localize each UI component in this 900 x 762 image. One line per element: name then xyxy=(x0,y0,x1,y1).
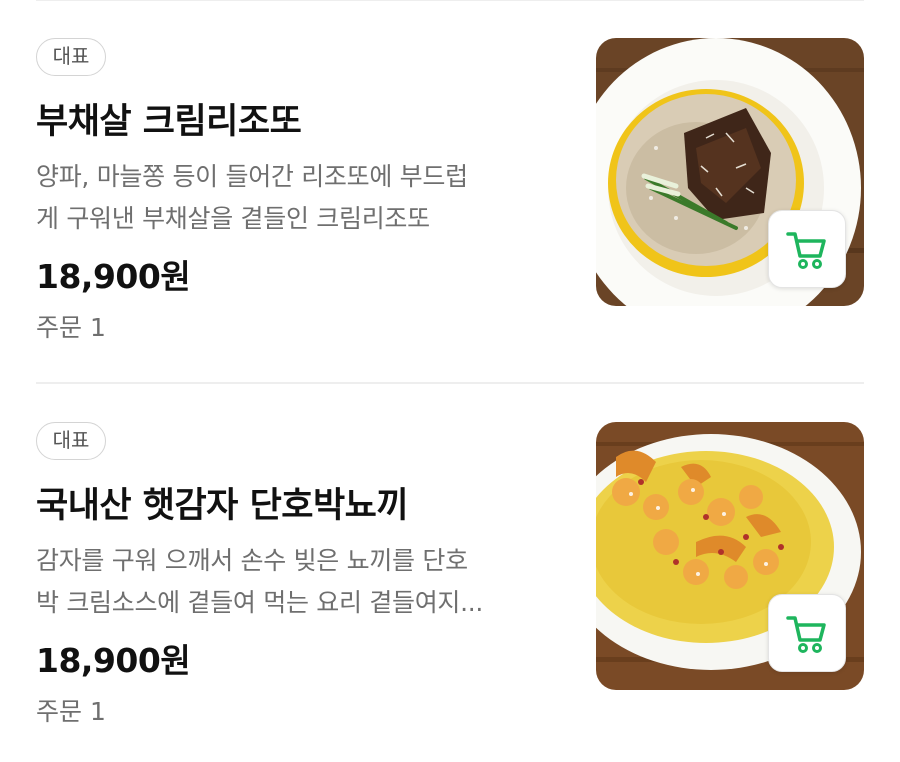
menu-item-name: 부채살 크림리조또 xyxy=(36,102,302,142)
top-divider xyxy=(36,0,864,1)
menu-item-name: 국내산 햇감자 단호박뇨끼 xyxy=(36,486,409,526)
add-to-cart-button[interactable] xyxy=(768,594,846,672)
order-count: 주문 1 xyxy=(36,697,106,726)
signature-badge: 대표 xyxy=(36,38,106,76)
cart-icon xyxy=(786,232,826,269)
order-count: 주문 1 xyxy=(36,313,106,342)
cart-icon xyxy=(786,616,826,653)
item-divider xyxy=(36,382,864,384)
menu-item[interactable]: 대표 국내산 햇감자 단호박뇨끼 감자를 구워 으깨서 손수 빚은 뇨끼를 단호… xyxy=(0,422,900,726)
description-line: 감자를 구워 으깨서 손수 빚은 뇨끼를 단호 xyxy=(36,546,468,575)
menu-item-description: 감자를 구워 으깨서 손수 빚은 뇨끼를 단호 박 크림소스에 곁들여 먹는 요… xyxy=(36,540,556,624)
menu-item-price: 18,900원 xyxy=(36,641,191,680)
menu-item-price: 18,900원 xyxy=(36,257,191,296)
description-line: 박 크림소스에 곁들여 먹는 요리 곁들여지... xyxy=(36,588,484,617)
signature-badge: 대표 xyxy=(36,422,106,460)
add-to-cart-button[interactable] xyxy=(768,210,846,288)
menu-item[interactable]: 대표 부채살 크림리조또 양파, 마늘쫑 등이 들어간 리조또에 부드럽 게 구… xyxy=(0,38,900,342)
description-line: 게 구워낸 부채살을 곁들인 크림리조또 xyxy=(36,204,430,233)
description-line: 양파, 마늘쫑 등이 들어간 리조또에 부드럽 xyxy=(36,162,468,191)
menu-item-description: 양파, 마늘쫑 등이 들어간 리조또에 부드럽 게 구워낸 부채살을 곁들인 크… xyxy=(36,156,556,240)
